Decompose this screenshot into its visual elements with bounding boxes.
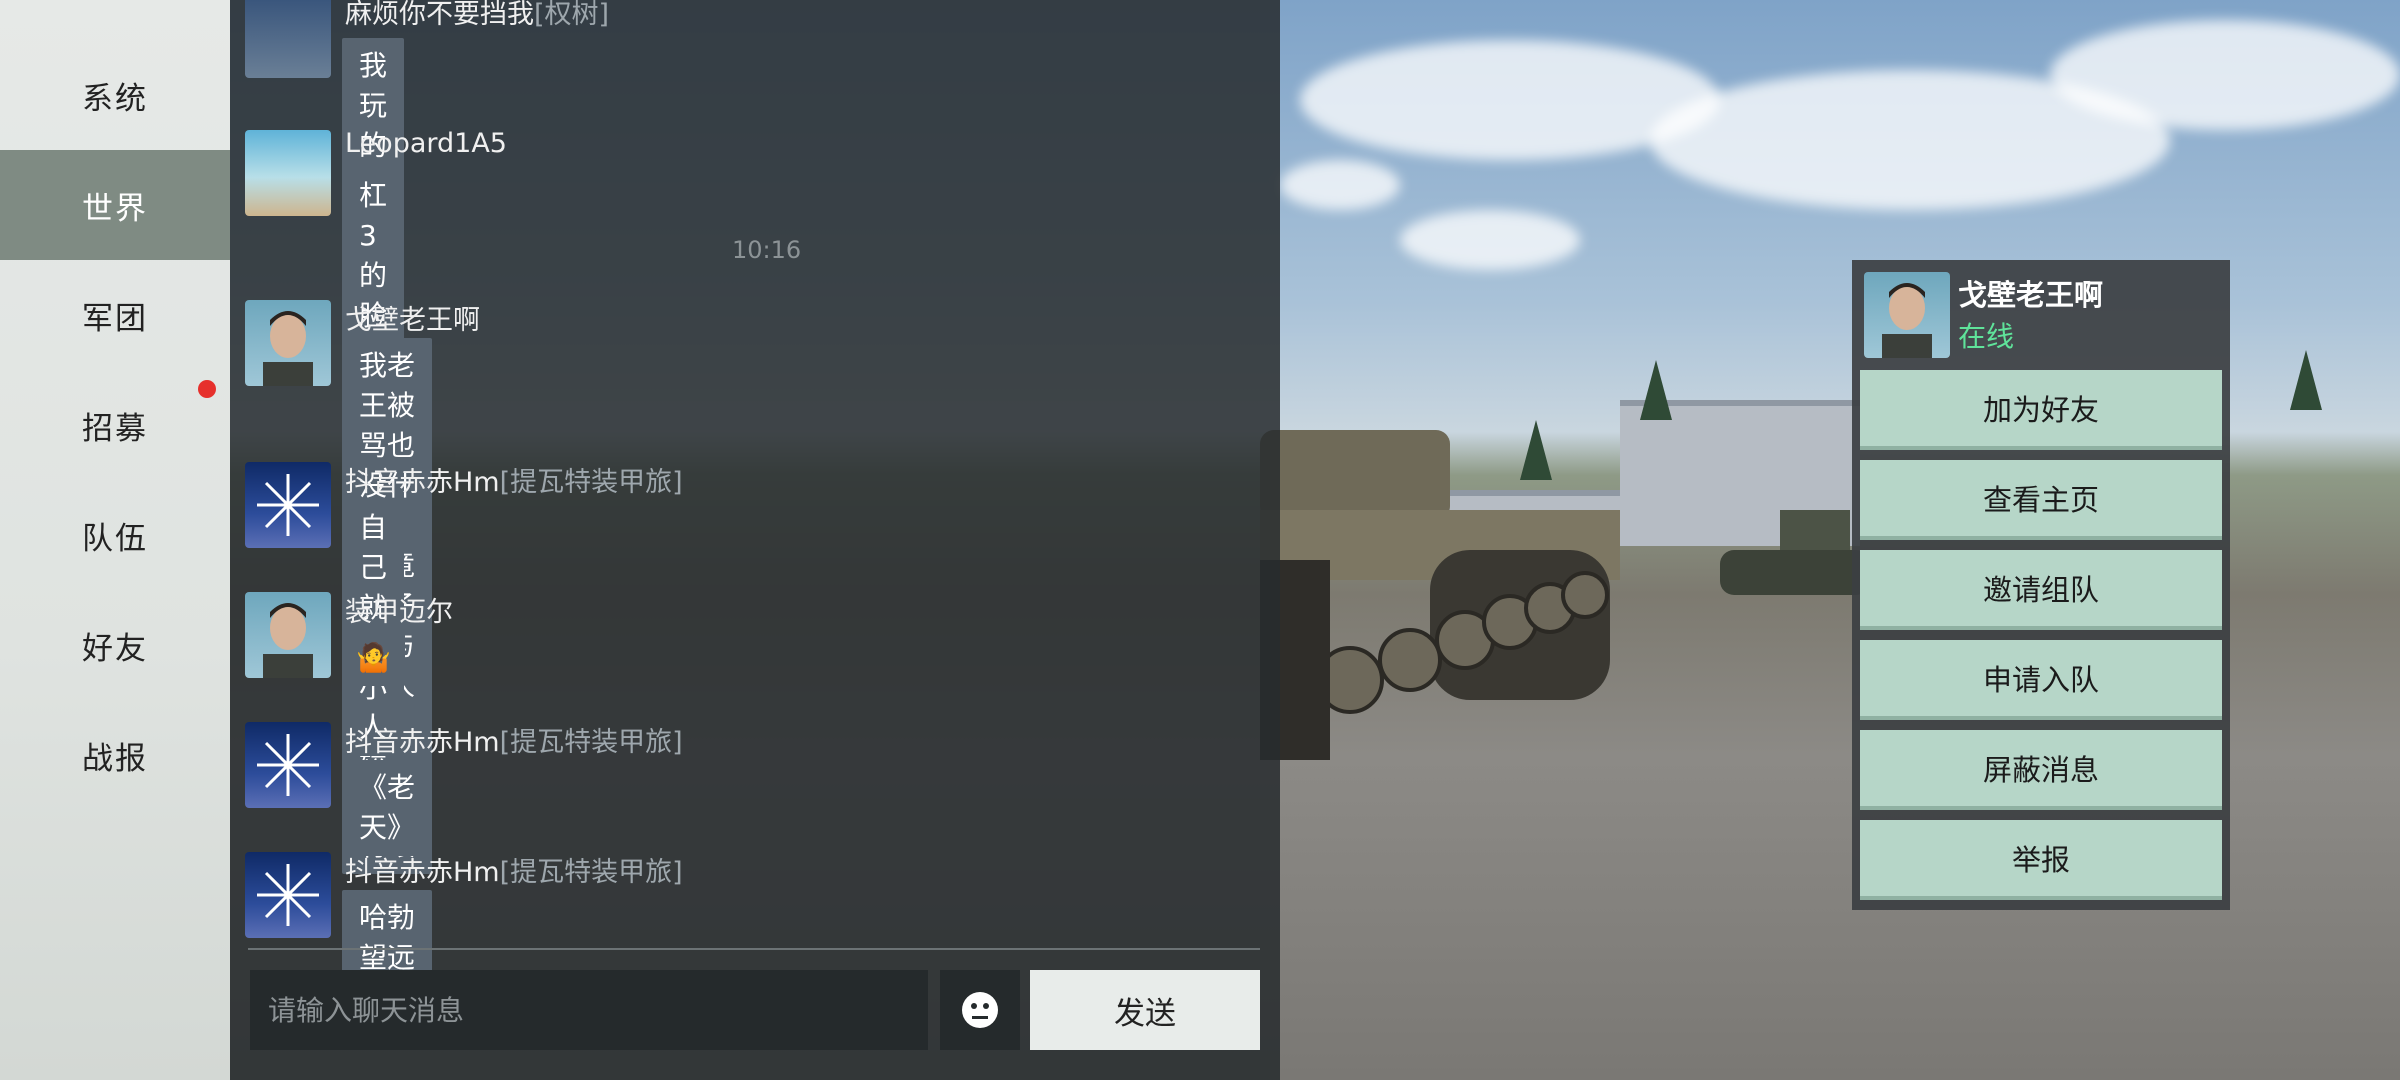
legion-tag: [提瓦特装甲旅] [499, 467, 683, 498]
avatar[interactable] [245, 852, 331, 938]
avatar[interactable] [245, 722, 331, 808]
nav-label: 好友 [82, 630, 148, 667]
invite-team-button[interactable]: 邀请组队 [1860, 550, 2222, 630]
emoji-sticker: 🤷 [342, 630, 405, 686]
nav-label: 军团 [82, 300, 148, 337]
block-messages-button[interactable]: 屏蔽消息 [1860, 730, 2222, 810]
divider [248, 948, 1260, 950]
send-label: 发送 [1114, 995, 1176, 1032]
cloud [1400, 210, 1580, 270]
legion-tag: [权树] [534, 0, 610, 30]
nav-label: 系统 [82, 80, 148, 117]
nav-item-friends[interactable]: 好友 [0, 590, 230, 700]
emoji-button[interactable] [940, 970, 1020, 1050]
avatar[interactable] [245, 592, 331, 678]
message-username[interactable]: 抖音赤赤Hm[提瓦特装甲旅] [345, 720, 683, 759]
tree [1640, 360, 1672, 420]
avatar[interactable] [245, 0, 331, 78]
chat-input[interactable] [250, 970, 928, 1050]
online-status: 在线 [1958, 320, 2015, 353]
cloud [2050, 20, 2400, 130]
message-timestamp: 10:16 [732, 236, 802, 264]
channel-sidebar: 系统 世界 军团 招募 队伍 好友 战报 [0, 0, 230, 1080]
nav-item-recruit[interactable]: 招募 [0, 370, 230, 480]
apply-join-team-button[interactable]: 申请入队 [1860, 640, 2222, 720]
tank-illustration [1720, 510, 1870, 595]
report-button[interactable]: 举报 [1860, 820, 2222, 900]
message-username[interactable]: 抖音赤赤Hm[提瓦特装甲旅] [345, 850, 683, 889]
message-username[interactable]: 装甲迈尔 [345, 590, 453, 629]
tree [2290, 350, 2322, 410]
nav-item-team[interactable]: 队伍 [0, 480, 230, 590]
message-username[interactable]: 戈壁老王啊 [345, 298, 480, 337]
legion-tag: [提瓦特装甲旅] [499, 727, 683, 758]
nav-label: 战报 [82, 740, 148, 777]
nav-label: 队伍 [82, 520, 148, 557]
cloud [1280, 160, 1400, 210]
add-friend-button[interactable]: 加为好友 [1860, 370, 2222, 450]
avatar[interactable] [245, 130, 331, 216]
tank-illustration [1260, 430, 1620, 760]
nav-label: 招募 [82, 410, 148, 447]
avatar[interactable] [245, 462, 331, 548]
chat-panel: 麻烦你不要挡我[权树] 我玩的就是火炮 Leopard1A5 杠3的脸我看的都心… [230, 0, 1280, 1080]
notification-dot [198, 380, 216, 398]
avatar[interactable] [245, 300, 331, 386]
nav-item-world[interactable]: 世界 [0, 150, 230, 260]
message-username[interactable]: 麻烦你不要挡我[权树] [345, 0, 609, 31]
avatar [1864, 272, 1950, 358]
emoji-icon [962, 992, 998, 1028]
nav-item-battle-report[interactable]: 战报 [0, 700, 230, 810]
message-bubble: 《老天》 [342, 760, 433, 856]
legion-tag: [提瓦特装甲旅] [499, 857, 683, 888]
nav-item-system[interactable]: 系统 [0, 40, 230, 150]
message-username[interactable]: Leopard1A5 [345, 128, 507, 159]
nav-item-legion[interactable]: 军团 [0, 260, 230, 370]
player-name: 戈壁老王啊 [1958, 278, 2104, 312]
send-button[interactable]: 发送 [1030, 970, 1260, 1050]
view-profile-button[interactable]: 查看主页 [1860, 460, 2222, 540]
message-username[interactable]: 抖音赤赤Hm[提瓦特装甲旅] [345, 460, 683, 499]
player-context-menu: 戈壁老王啊 在线 加为好友 查看主页 邀请组队 申请入队 屏蔽消息 举报 [1852, 260, 2230, 910]
nav-label: 世界 [82, 190, 148, 227]
